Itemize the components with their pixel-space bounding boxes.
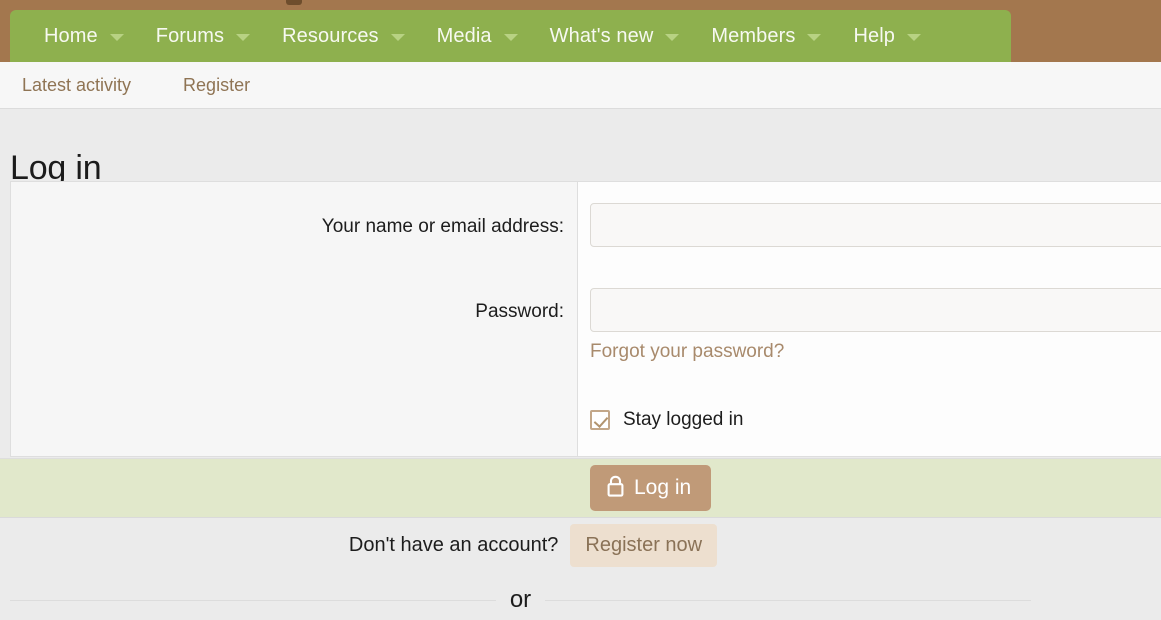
form-field-column: Forgot your password? Stay logged in: [578, 182, 1161, 456]
or-divider-rule-left: [10, 599, 496, 601]
chevron-down-icon[interactable]: [390, 34, 405, 41]
nav-item-forums[interactable]: Forums: [138, 10, 264, 62]
nav-item-home-label: Home: [44, 24, 98, 47]
forgot-password-link[interactable]: Forgot your password?: [590, 341, 784, 363]
or-divider-label: or: [509, 586, 532, 613]
chevron-down-icon[interactable]: [807, 34, 822, 41]
nav-item-whats-new-label: What's new: [549, 24, 654, 47]
register-prompt-row: Don't have an account? Register now: [0, 524, 1161, 567]
chevron-down-icon[interactable]: [109, 34, 124, 41]
site-logo-remnant: [286, 0, 302, 5]
lock-icon: [606, 475, 625, 501]
stay-logged-in-checkbox[interactable]: [590, 410, 610, 430]
stay-logged-in-label: Stay logged in: [623, 409, 744, 430]
nav-item-resources-label: Resources: [282, 24, 379, 47]
subnav-item-latest-activity[interactable]: Latest activity: [22, 75, 131, 96]
or-divider-rule-right: [545, 599, 1031, 601]
site-banner-strip: [0, 0, 1161, 10]
secondary-navigation: Latest activity Register: [0, 62, 1161, 109]
chevron-down-icon[interactable]: [906, 34, 921, 41]
nav-item-media[interactable]: Media: [419, 10, 532, 62]
log-in-button-label: Log in: [634, 476, 692, 499]
chevron-down-icon[interactable]: [236, 34, 251, 41]
nav-item-resources[interactable]: Resources: [264, 10, 419, 62]
name-or-email-input[interactable]: [590, 203, 1161, 247]
login-form-panel: Your name or email address: Password: Fo…: [10, 181, 1161, 457]
name-field-label: Your name or email address:: [321, 216, 564, 237]
nav-item-whats-new[interactable]: What's new: [532, 10, 694, 62]
nav-item-members-label: Members: [711, 24, 796, 47]
register-now-button[interactable]: Register now: [570, 524, 718, 567]
form-submit-bar: Log in: [0, 458, 1161, 518]
register-prompt-text: Don't have an account?: [348, 534, 559, 556]
nav-item-help-label: Help: [853, 24, 895, 47]
log-in-button[interactable]: Log in: [590, 465, 712, 511]
chevron-down-icon[interactable]: [503, 34, 518, 41]
subnav-item-register[interactable]: Register: [183, 75, 250, 96]
nav-item-forums-label: Forums: [155, 24, 225, 47]
chevron-down-icon[interactable]: [665, 34, 680, 41]
nav-item-members[interactable]: Members: [693, 10, 835, 62]
nav-item-home[interactable]: Home: [26, 10, 138, 62]
nav-item-media-label: Media: [436, 24, 492, 47]
primary-navigation: Home Forums Resources Media What's new M…: [10, 10, 1011, 62]
password-field-label: Password:: [475, 301, 564, 322]
form-label-column: Your name or email address: Password:: [11, 182, 578, 456]
or-divider: or: [10, 586, 1161, 614]
stay-logged-in-row[interactable]: Stay logged in: [590, 409, 743, 431]
nav-item-help[interactable]: Help: [835, 10, 935, 62]
password-input[interactable]: [590, 288, 1161, 332]
